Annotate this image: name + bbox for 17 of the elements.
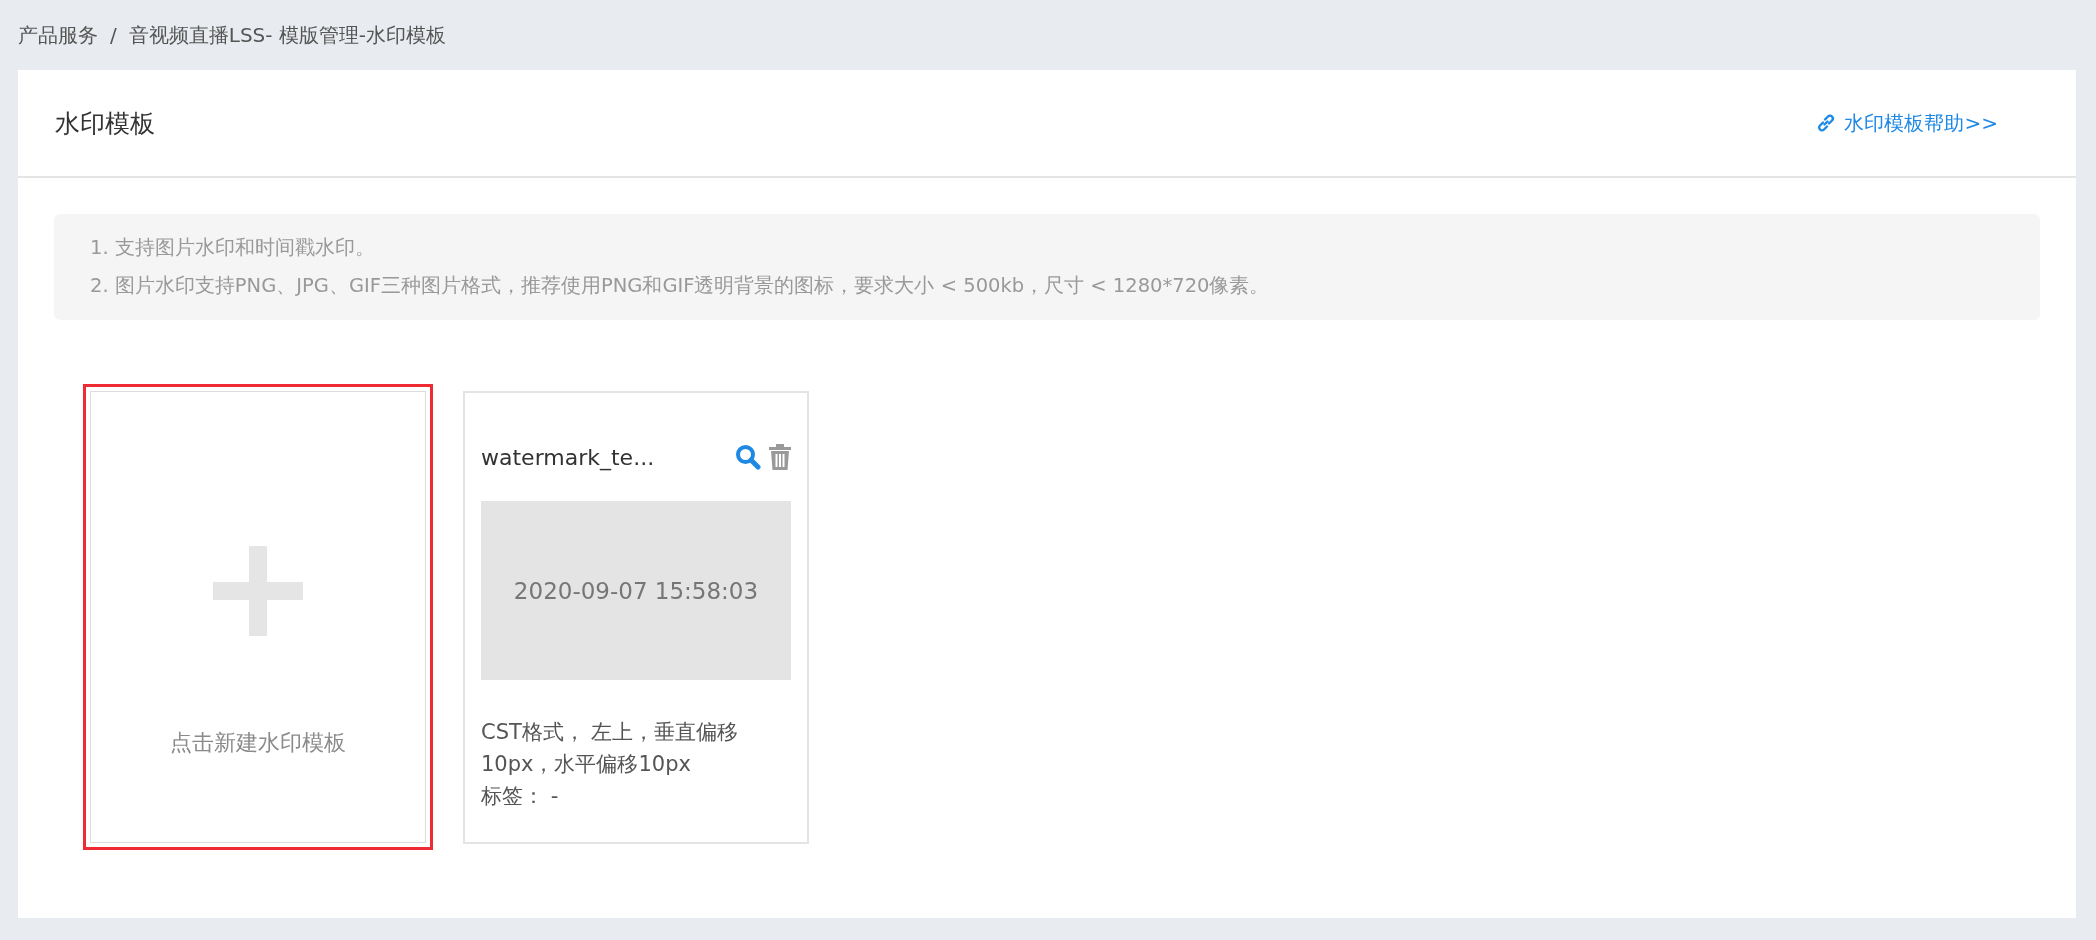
trash-icon[interactable] bbox=[769, 444, 791, 470]
note-text: 2. 图片水印支持PNG、JPG、GIF三种图片格式，推荐使用PNG和GIF透明背景的图标，要求大小 < 500kb，尺寸 < 1280*720像素。 bbox=[90, 273, 1271, 299]
link-icon bbox=[1816, 113, 1837, 133]
breadcrumb-item: 音视频直播LSS- 模版管理-水印模板 bbox=[128, 21, 447, 49]
help-link[interactable]: 水印模板帮助>> bbox=[1816, 109, 1998, 137]
template-tags: 标签： - bbox=[481, 780, 791, 812]
plus-icon bbox=[213, 546, 303, 636]
search-icon[interactable] bbox=[735, 444, 761, 470]
preview-timestamp: 2020-09-07 15:58:03 bbox=[513, 577, 759, 604]
template-description: CST格式， 左上，垂直偏移10px，水平偏移10px bbox=[481, 719, 740, 778]
breadcrumb-item[interactable]: 产品服务 bbox=[18, 21, 98, 49]
new-template-card[interactable]: 点击新建水印模板 bbox=[83, 384, 433, 850]
breadcrumb-separator: / bbox=[110, 23, 117, 47]
template-name: watermark_te... bbox=[481, 444, 656, 470]
new-template-label: 点击新建水印模板 bbox=[170, 729, 346, 757]
panel-title: 水印模板 bbox=[55, 107, 155, 140]
note-text: 1. 支持图片水印和时间戳水印。 bbox=[90, 235, 376, 261]
